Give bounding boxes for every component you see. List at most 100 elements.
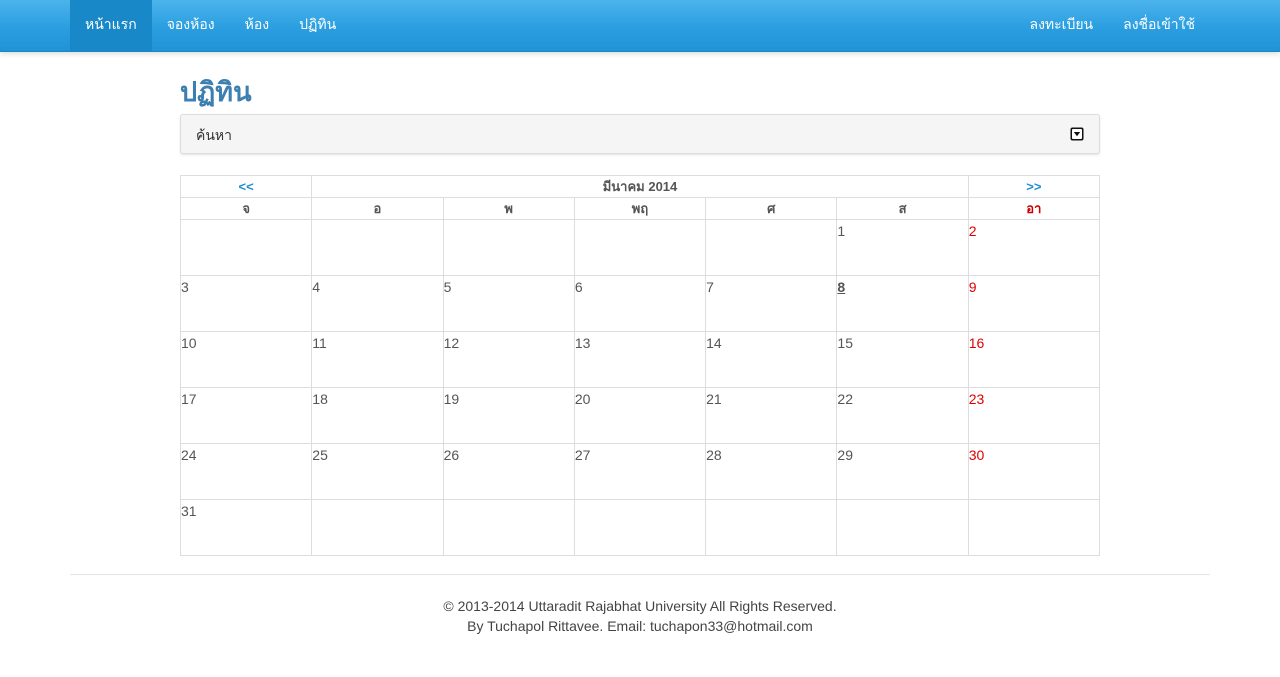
calendar-day-cell[interactable]: 24	[179, 443, 313, 500]
next-month-link[interactable]: >>	[1026, 179, 1041, 194]
day-number: 23	[968, 391, 985, 407]
weekday-sat: ส	[836, 197, 969, 220]
calendar-day-cell[interactable]: 11	[311, 331, 444, 388]
day-number: 29	[837, 447, 853, 463]
day-number: 5	[443, 279, 452, 295]
calendar-day-cell[interactable]	[442, 499, 575, 556]
calendar-day-cell[interactable]: 7	[705, 275, 838, 332]
caret-square-down-icon[interactable]	[1070, 127, 1084, 141]
calendar-day-cell[interactable]: 16	[967, 331, 1101, 388]
day-number: 15	[837, 335, 853, 351]
day-number: 10	[181, 335, 197, 351]
calendar-day-cell[interactable]: 1	[836, 219, 969, 276]
calendar-day-cell[interactable]: 19	[442, 387, 575, 444]
day-number: 7	[706, 279, 714, 295]
nav-rooms[interactable]: ห้อง	[230, 0, 284, 51]
day-number: 17	[181, 391, 197, 407]
nav-register[interactable]: ลงทะเบียน	[1015, 0, 1109, 51]
day-number: 4	[312, 279, 321, 295]
weekday-header-row: จ อ พ พฤ ศ ส อา	[179, 197, 1101, 220]
calendar-day-cell[interactable]: 12	[442, 331, 575, 388]
calendar-day-cell[interactable]	[705, 499, 838, 556]
next-month-cell: >>	[967, 175, 1101, 198]
calendar-day-cell[interactable]: 17	[179, 387, 313, 444]
calendar-day-cell[interactable]: 5	[442, 275, 575, 332]
calendar-day-cell[interactable]: 3	[179, 275, 313, 332]
calendar-day-cell[interactable]: 9	[967, 275, 1101, 332]
calendar-day-cell[interactable]: 2	[967, 219, 1101, 276]
today-day-number[interactable]: 8	[837, 279, 845, 295]
calendar-day-cell[interactable]: 6	[573, 275, 707, 332]
calendar-day-cell[interactable]: 14	[705, 331, 838, 388]
calendar-day-cell[interactable]: 21	[705, 387, 838, 444]
day-number: 9	[968, 279, 977, 295]
calendar-day-cell[interactable]: 29	[836, 443, 969, 500]
calendar-day-cell[interactable]: 15	[836, 331, 969, 388]
nav-booking[interactable]: จองห้อง	[152, 0, 230, 51]
weekday-sun: อา	[967, 197, 1101, 220]
calendar-day-cell[interactable]	[836, 499, 969, 556]
weekday-tue: อ	[311, 197, 444, 220]
calendar-day-cell[interactable]: 8	[836, 275, 969, 332]
calendar-week-row: 3 4 5 6 7 8 9	[179, 275, 1101, 332]
top-navbar: หน้าแรก จองห้อง ห้อง ปฏิทิน ลงทะเบียน ลง…	[0, 0, 1280, 52]
weekday-wed: พ	[442, 197, 575, 220]
calendar-day-cell[interactable]: 10	[179, 331, 313, 388]
month-label-cell: มีนาคม 2014	[311, 175, 969, 198]
search-panel[interactable]: ค้นหา	[180, 114, 1100, 154]
calendar-day-cell[interactable]	[573, 499, 707, 556]
calendar-table: << มีนาคม 2014 >> จ อ พ พฤ ศ ส อา 1 2 3 …	[179, 175, 1101, 556]
calendar-day-cell[interactable]: 4	[311, 275, 444, 332]
calendar-day-cell[interactable]	[311, 219, 444, 276]
day-number: 24	[181, 447, 197, 463]
day-number: 11	[312, 335, 327, 351]
day-number: 21	[706, 391, 722, 407]
day-number: 20	[574, 391, 591, 407]
day-number: 28	[706, 447, 722, 463]
calendar-day-cell[interactable]: 30	[967, 443, 1101, 500]
calendar-day-cell[interactable]: 23	[967, 387, 1101, 444]
calendar-day-cell[interactable]: 31	[179, 499, 313, 556]
day-number: 3	[181, 279, 189, 295]
footer-divider	[70, 574, 1210, 575]
nav-right-menu: ลงทะเบียน ลงชื่อเข้าใช้	[1015, 0, 1211, 51]
calendar-day-cell[interactable]	[573, 219, 707, 276]
weekday-thu: พฤ	[573, 197, 707, 220]
calendar-day-cell[interactable]: 25	[311, 443, 444, 500]
footer: © 2013-2014 Uttaradit Rajabhat Universit…	[0, 596, 1280, 636]
day-number: 19	[443, 391, 460, 407]
calendar-day-cell[interactable]: 26	[442, 443, 575, 500]
page-title: ปฏิทิน	[180, 77, 252, 108]
calendar-day-cell[interactable]	[967, 499, 1101, 556]
calendar-day-cell[interactable]: 22	[836, 387, 969, 444]
calendar-day-cell[interactable]	[179, 219, 313, 276]
calendar-day-cell[interactable]: 13	[573, 331, 707, 388]
nav-left-menu: หน้าแรก จองห้อง ห้อง ปฏิทิน	[70, 0, 351, 51]
nav-home[interactable]: หน้าแรก	[70, 0, 152, 51]
calendar-day-cell[interactable]	[311, 499, 444, 556]
calendar-day-cell[interactable]: 18	[311, 387, 444, 444]
calendar-day-cell[interactable]	[442, 219, 575, 276]
calendar-week-row: 17 18 19 20 21 22 23	[179, 387, 1101, 444]
day-number: 14	[706, 335, 722, 351]
day-number: 12	[443, 335, 460, 351]
calendar-week-row: 31	[179, 499, 1101, 556]
prev-month-link[interactable]: <<	[239, 179, 254, 194]
calendar-header-row: << มีนาคม 2014 >>	[179, 175, 1101, 198]
calendar-day-cell[interactable]: 20	[573, 387, 707, 444]
day-number: 13	[574, 335, 591, 351]
day-number: 1	[837, 223, 846, 239]
day-number: 22	[837, 391, 853, 407]
day-number: 30	[968, 447, 985, 463]
calendar-day-cell[interactable]: 28	[705, 443, 838, 500]
day-number: 26	[443, 447, 460, 463]
nav-calendar[interactable]: ปฏิทิน	[284, 0, 351, 51]
weekday-mon: จ	[179, 197, 313, 220]
footer-credit: By Tuchapol Rittavee. Email: tuchapon33@…	[467, 618, 813, 634]
calendar-day-cell[interactable]	[705, 219, 838, 276]
day-number: 31	[181, 503, 197, 519]
day-number: 2	[968, 223, 977, 239]
calendar-week-row: 24 25 26 27 28 29 30	[179, 443, 1101, 500]
calendar-day-cell[interactable]: 27	[573, 443, 707, 500]
nav-login[interactable]: ลงชื่อเข้าใช้	[1108, 0, 1210, 51]
